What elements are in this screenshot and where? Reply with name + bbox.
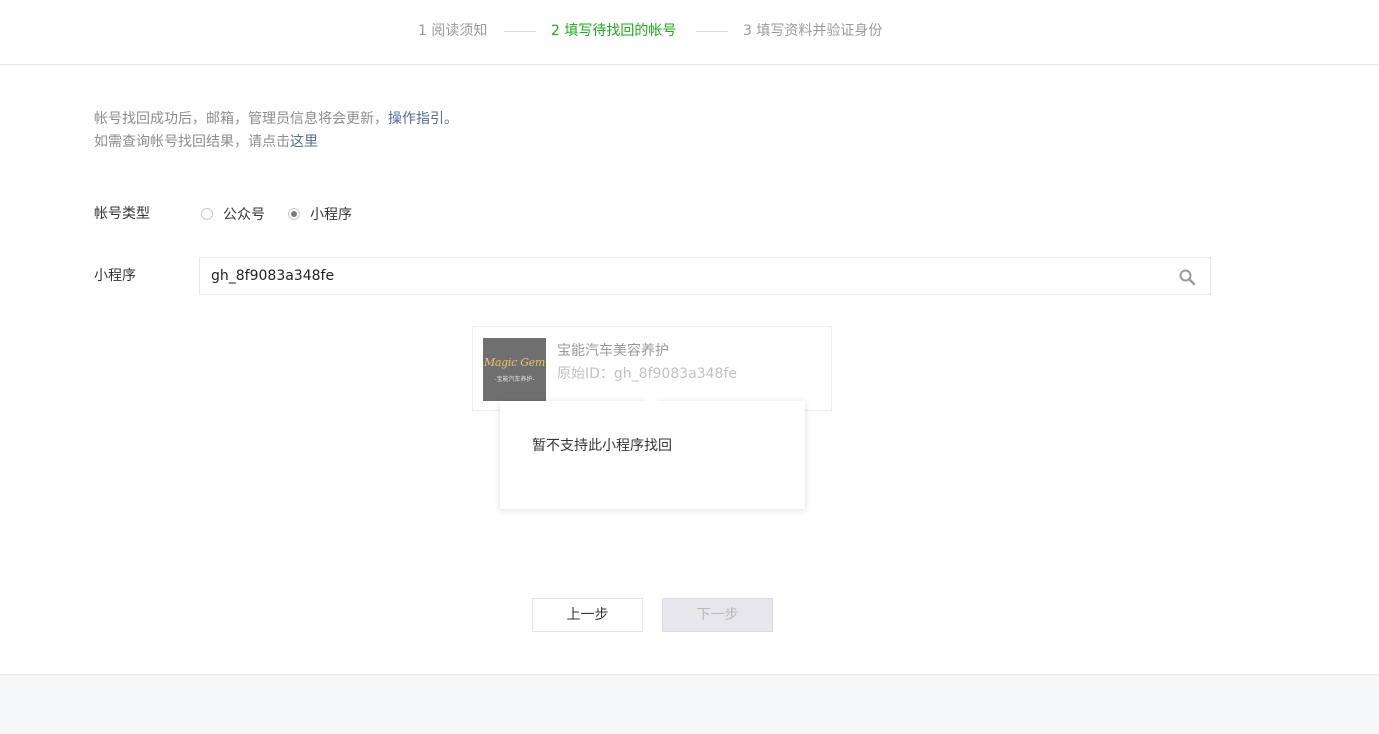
notice-line-2: 如需查询帐号找回结果，请点击这里 [94,131,458,154]
step-3: 3 填写资料并验证身份 [743,23,883,39]
prev-step-button[interactable]: 上一步 [532,598,643,632]
step-2: 2 填写待找回的帐号 [551,23,677,39]
next-step-button[interactable]: 下一步 [662,598,773,632]
avatar-logo-subtext: -宝能汽车养护- [494,376,535,383]
notice-text-1: 帐号找回成功后，邮箱，管理员信息将会更新， [94,111,388,127]
notice-text-2: 如需查询帐号找回结果，请点击 [94,134,290,150]
mini-program-name: 宝能汽车美容养护 [557,343,669,359]
step-1: 1 阅读须知 [418,23,488,39]
search-box [199,257,1211,295]
search-icon[interactable] [1178,268,1196,286]
mini-program-original-id: 原始ID：gh_8f9083a348fe [557,366,737,382]
notice-line-1: 帐号找回成功后，邮箱，管理员信息将会更新，操作指引。 [94,108,458,131]
avatar: Magic Gem -宝能汽车养护- [483,338,546,401]
account-type-label: 帐号类型 [94,206,150,222]
radio-mini-program[interactable]: 小程序 [288,204,352,224]
radio-circle-checked[interactable] [288,208,300,220]
mini-program-label: 小程序 [94,268,136,284]
radio-official-account[interactable]: 公众号 [201,204,265,224]
step-indicator: 1 阅读须知 2 填写待找回的帐号 3 填写资料并验证身份 [0,0,1379,65]
radio-label: 公众号 [223,207,265,223]
avatar-logo-text: Magic Gem [483,356,546,369]
mini-program-search-input[interactable] [200,258,1171,294]
page-footer [0,674,1379,734]
notice: 帐号找回成功后，邮箱，管理员信息将会更新，操作指引。 如需查询帐号找回结果，请点… [94,108,458,154]
radio-label: 小程序 [310,207,352,223]
query-result-link[interactable]: 这里 [290,134,318,150]
step-divider [504,31,536,32]
operation-guide-link[interactable]: 操作指引。 [388,111,458,127]
radio-circle[interactable] [201,208,213,220]
step-divider [696,31,728,32]
unsupported-popover: 暂不支持此小程序找回 [500,401,805,509]
unsupported-message: 暂不支持此小程序找回 [532,438,672,454]
